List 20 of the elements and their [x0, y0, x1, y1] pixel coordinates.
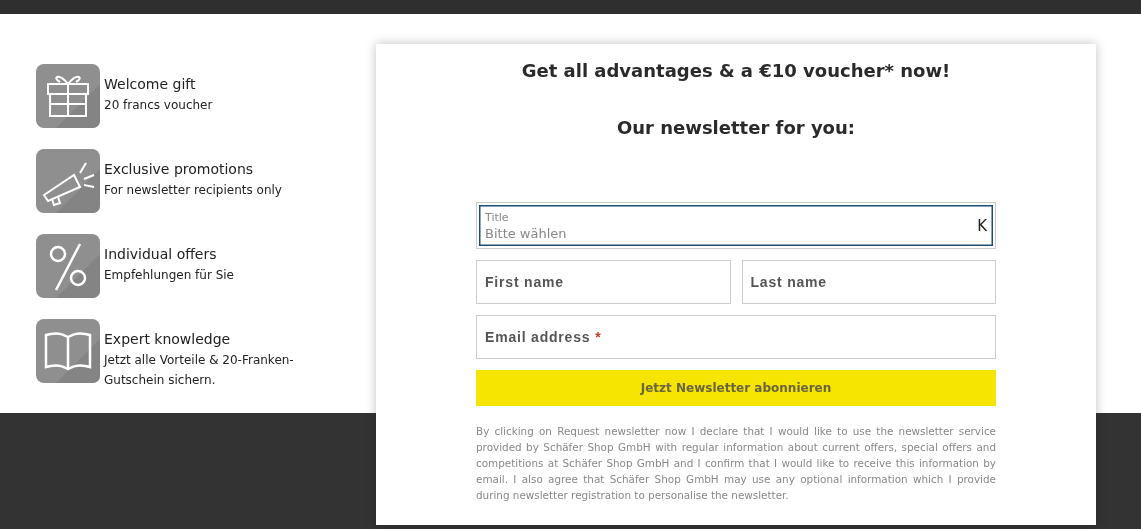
- benefit-description: Jetzt alle Vorteile & 20-Franken-Gutschein sichern.: [104, 352, 295, 389]
- disclaimer-text: By clicking on Request newsletter now I declare that I would like to use the newsletter service provided by Schäfer Shop GmbH with regular information about current offers, special offers and competitions at Schäfer Shop GmbH and I confirm that I would like to receive this information by email. I also agree that Schäfer Shop GmbH may use any optional information which I provide during newsletter registration to personalise the newsletter.: [476, 424, 996, 503]
- benefit-description: For newsletter recipients only: [104, 182, 283, 199]
- benefit-title: Individual offers: [104, 246, 218, 262]
- book-icon: [36, 319, 100, 383]
- signup-subheading: Our newsletter for you:: [616, 117, 856, 138]
- email-field[interactable]: Email address *: [476, 315, 996, 359]
- signup-heading: Get all advantages & a €10 voucher* now!: [520, 60, 952, 81]
- benefit-description: Empfehlungen für Sie: [104, 267, 235, 284]
- benefit-title: Exclusive promotions: [104, 161, 255, 177]
- last-name-field[interactable]: Last name: [741, 260, 996, 304]
- percent-icon: [36, 234, 100, 298]
- benefit-title: Expert knowledge: [104, 331, 232, 347]
- benefit-title: Welcome gift: [104, 76, 197, 92]
- subscribe-button[interactable]: Jetzt Newsletter abonnieren: [476, 370, 996, 406]
- megaphone-icon: [36, 149, 100, 213]
- title-select[interactable]: Title Bitte wählen K: [476, 202, 996, 249]
- first-name-field[interactable]: First name: [476, 260, 731, 304]
- benefit-description: 20 francs voucher: [104, 97, 214, 114]
- gift-icon: [36, 64, 100, 128]
